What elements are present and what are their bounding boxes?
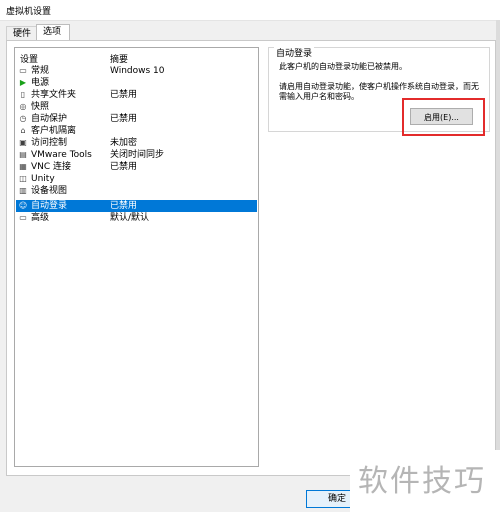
list-item-guest-isolation[interactable]: ⌂ 客户机隔离 xyxy=(16,125,257,137)
list-item-name: 客户机隔离 xyxy=(31,126,77,136)
list-item-access-control[interactable]: ▣ 访问控制 未加密 xyxy=(16,137,257,149)
list-item-summary: Windows 10 xyxy=(110,66,165,76)
highlight-box xyxy=(402,98,485,136)
list-item-autoprotect[interactable]: ◷ 自动保护 已禁用 xyxy=(16,113,257,125)
list-item-shared-folders[interactable]: ▯ 共享文件夹 已禁用 xyxy=(16,89,257,101)
list-item-autologin[interactable]: ☺ 自动登录 已禁用 xyxy=(16,200,257,212)
device-view-icon: ▥ xyxy=(19,186,27,195)
list-item-summary: 已禁用 xyxy=(110,162,138,172)
list-item-name: 常规 xyxy=(31,66,50,76)
power-icon: ▶ xyxy=(19,78,27,87)
watermark-text: 软件技巧 xyxy=(358,464,486,499)
lock-icon: ⌂ xyxy=(20,126,26,135)
list-item-name: VNC 连接 xyxy=(31,162,72,172)
window-title: 虚拟机设置 xyxy=(6,7,52,17)
vnc-icon: ▦ xyxy=(19,162,27,171)
list-item-advanced[interactable]: ▭ 高级 默认/默认 xyxy=(16,212,257,224)
tab-hardware[interactable]: 硬件 xyxy=(6,26,38,41)
list-item-general[interactable]: ▭ 常规 Windows 10 xyxy=(16,65,257,77)
list-item-summary: 未加密 xyxy=(110,138,138,148)
list-item-unity[interactable]: ◫ Unity xyxy=(16,173,257,185)
list-item-name: 电源 xyxy=(31,78,50,88)
list-item-name: 共享文件夹 xyxy=(31,90,77,100)
list-item-name: Unity xyxy=(31,174,55,184)
watermark: 软件技巧 xyxy=(350,450,500,512)
snapshot-icon: ◎ xyxy=(19,102,27,111)
list-item-name: VMware Tools xyxy=(31,150,92,160)
list-item-power[interactable]: ▶ 电源 xyxy=(16,77,257,89)
shared-folder-icon: ▯ xyxy=(20,90,26,99)
window-edge xyxy=(496,20,500,490)
user-icon: ☺ xyxy=(18,201,28,210)
list-item-summary: 已禁用 xyxy=(110,201,138,211)
list-header: 设置 摘要 xyxy=(15,48,258,65)
tab-options[interactable]: 选项 xyxy=(36,24,70,41)
advanced-icon: ▭ xyxy=(19,213,27,222)
title-bar: 虚拟机设置 xyxy=(0,0,500,21)
list-item-summary: 已禁用 xyxy=(110,114,138,124)
column-header-summary: 摘要 xyxy=(110,55,129,65)
autologin-status-text: 此客户机的自动登录功能已被禁用。 xyxy=(279,62,407,71)
list-item-summary: 关闭时间同步 xyxy=(110,150,165,160)
vmware-tools-icon: ▤ xyxy=(19,150,27,159)
list-item-name: 高级 xyxy=(31,213,50,223)
general-icon: ▭ xyxy=(19,66,27,75)
access-control-icon: ▣ xyxy=(19,138,27,147)
list-item-device-view[interactable]: ▥ 设备视图 xyxy=(16,185,257,197)
autoprotect-icon: ◷ xyxy=(19,114,27,123)
list-item-summary: 已禁用 xyxy=(110,90,138,100)
settings-list[interactable]: 设置 摘要 ▭ 常规 Windows 10 ▶ 电源 ▯ 共享文件夹 已禁用 ◎… xyxy=(14,47,259,467)
list-item-name: 自动登录 xyxy=(31,201,68,211)
list-item-name: 快照 xyxy=(31,102,50,112)
list-item-name: 设备视图 xyxy=(31,186,68,196)
unity-icon: ◫ xyxy=(19,174,27,183)
autologin-group-title: 自动登录 xyxy=(274,46,315,59)
list-item-snapshot[interactable]: ◎ 快照 xyxy=(16,101,257,113)
list-item-vmware-tools[interactable]: ▤ VMware Tools 关闭时间同步 xyxy=(16,149,257,161)
list-item-vnc[interactable]: ▦ VNC 连接 已禁用 xyxy=(16,161,257,173)
list-item-summary: 默认/默认 xyxy=(110,213,150,223)
list-item-name: 访问控制 xyxy=(31,138,68,148)
column-header-setting: 设置 xyxy=(20,55,39,65)
list-item-name: 自动保护 xyxy=(31,114,68,124)
